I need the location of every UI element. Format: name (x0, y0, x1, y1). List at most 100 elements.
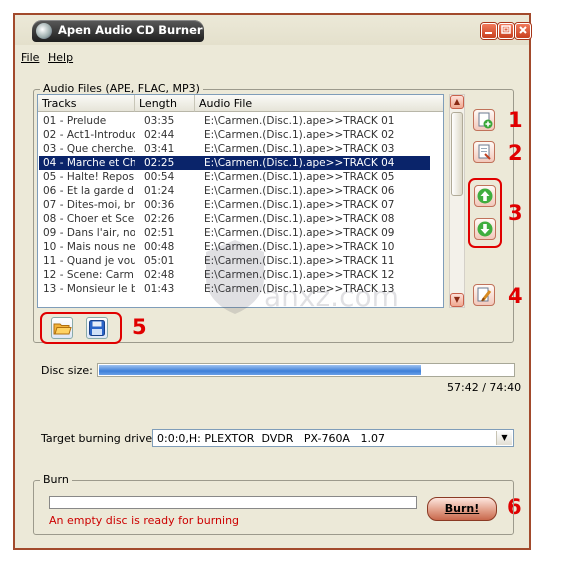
track-name-cell: 03 - Que cherche... (43, 143, 135, 155)
disc-time-readout: 57:42 / 74:40 (447, 381, 521, 394)
column-header-audio-file[interactable]: Audio File (195, 95, 443, 112)
callout-number-3: 3 (508, 201, 523, 225)
open-list-button[interactable] (51, 317, 73, 339)
callout-number-2: 2 (508, 141, 523, 165)
audio-file-cell: E:\Carmen.(Disc.1).ape>>TRACK 12 (204, 269, 395, 281)
disc-time-total: 74:40 (489, 381, 522, 394)
track-length-cell: 02:25 (144, 157, 175, 169)
track-name-cell: 12 - Scene: Carm... (43, 269, 135, 281)
track-length-cell: 02:44 (144, 129, 175, 141)
chevron-down-icon[interactable]: ▼ (496, 431, 512, 445)
audio-file-cell: E:\Carmen.(Disc.1).ape>>TRACK 02 (204, 129, 395, 141)
menu-file[interactable]: File (21, 51, 39, 64)
disc-usage-bar (97, 363, 515, 377)
audio-file-cell: E:\Carmen.(Disc.1).ape>>TRACK 09 (204, 227, 395, 239)
audio-file-cell: E:\Carmen.(Disc.1).ape>>TRACK 04 (204, 157, 395, 169)
column-header-tracks[interactable]: Tracks (38, 95, 135, 112)
arrow-down-icon (477, 221, 493, 237)
remove-file-button[interactable] (473, 141, 495, 163)
track-name-cell: 05 - Halte! Repos... (43, 171, 135, 183)
callout-number-4: 4 (508, 284, 523, 308)
table-row[interactable]: 02 - Act1-Introduc... 02:44 E:\Carmen.(Dis… (39, 128, 430, 142)
audio-file-cell: E:\Carmen.(Disc.1).ape>>TRACK 06 (204, 185, 395, 197)
table-row[interactable]: 06 - Et la garde d... 01:24 E:\Carmen.(Dis… (39, 184, 430, 198)
restore-icon[interactable] (498, 23, 514, 39)
clear-list-icon (477, 287, 492, 302)
add-file-icon (478, 112, 493, 129)
title-pill: Apen Audio CD Burner (32, 20, 204, 42)
burning-driver-value: 0:0:0,H: PLEXTOR DVDR PX-760A 1.07 (157, 432, 385, 445)
burn-group-label: Burn (40, 473, 72, 486)
table-row[interactable]: 10 - Mais nous ne... 00:48 E:\Carmen.(Disc… (39, 240, 430, 254)
arrow-up-icon (477, 188, 493, 204)
track-length-cell: 01:24 (144, 185, 175, 197)
table-row[interactable]: 01 - Prelude 03:35 E:\Carmen.(Disc.1).ape>… (39, 114, 430, 128)
clear-list-button[interactable] (473, 284, 495, 306)
move-up-button[interactable] (474, 185, 496, 207)
callout-number-5: 5 (132, 315, 147, 339)
table-row[interactable]: 03 - Que cherche... 03:41 E:\Carmen.(Disc.… (39, 142, 430, 156)
burning-driver-select[interactable]: 0:0:0,H: PLEXTOR DVDR PX-760A 1.07 ▼ (152, 429, 514, 447)
track-length-cell: 05:01 (144, 255, 175, 267)
track-name-cell: 04 - Marche et Ch... (43, 157, 135, 169)
track-length-cell: 00:54 (144, 171, 175, 183)
table-row[interactable]: 11 - Quand je vou... 05:01 E:\Carmen.(Disc… (39, 254, 430, 268)
add-files-button[interactable] (473, 109, 495, 131)
close-icon[interactable] (515, 23, 531, 39)
track-list[interactable]: Tracks Length Audio File 01 - Prelude 03:… (37, 94, 444, 308)
burn-progress-bar (49, 496, 417, 509)
save-list-button[interactable] (86, 317, 108, 339)
track-length-cell: 02:48 (144, 269, 175, 281)
audio-file-cell: E:\Carmen.(Disc.1).ape>>TRACK 03 (204, 143, 395, 155)
table-row[interactable]: 09 - Dans l'air, noi... 02:51 E:\Carmen.(D… (39, 226, 430, 240)
track-name-cell: 09 - Dans l'air, noi... (43, 227, 135, 239)
track-name-cell: 07 - Dites-moi, bri... (43, 199, 135, 211)
track-length-cell: 02:51 (144, 227, 175, 239)
table-row[interactable]: 07 - Dites-moi, bri... 00:36 E:\Carmen.(Di… (39, 198, 430, 212)
app-cd-icon (36, 23, 52, 39)
minimize-icon[interactable] (481, 23, 497, 39)
track-name-cell: 11 - Quand je vou... (43, 255, 135, 267)
audio-file-cell: E:\Carmen.(Disc.1).ape>>TRACK 11 (204, 255, 395, 267)
table-row[interactable]: 08 - Choer et Sce... 02:26 E:\Carmen.(Disc… (39, 212, 430, 226)
track-name-cell: 08 - Choer et Sce... (43, 213, 135, 225)
audio-file-cell: E:\Carmen.(Disc.1).ape>>TRACK 10 (204, 241, 395, 253)
table-row[interactable]: 05 - Halte! Repos... 00:54 E:\Carmen.(Disc… (39, 170, 430, 184)
menu-help-label: Help (48, 51, 74, 64)
track-length-cell: 00:36 (144, 199, 175, 211)
burning-driver-label: Target burning driver: (41, 432, 161, 445)
track-length-cell: 02:26 (144, 213, 175, 225)
track-name-cell: 06 - Et la garde d... (43, 185, 135, 197)
callout-number-1: 1 (508, 108, 523, 132)
window-title: Apen Audio CD Burner (58, 23, 203, 37)
audio-file-cell: E:\Carmen.(Disc.1).ape>>TRACK 07 (204, 199, 395, 211)
disc-time-separator: / (482, 381, 486, 394)
move-down-button[interactable] (474, 218, 496, 240)
table-row[interactable]: 04 - Marche et Ch... 02:25 E:\Carmen.(Disc… (39, 156, 430, 170)
scroll-thumb[interactable] (451, 112, 463, 196)
burn-status-text: An empty disc is ready for burning (49, 514, 240, 527)
audio-file-cell: E:\Carmen.(Disc.1).ape>>TRACK 13 (204, 283, 395, 295)
track-name-cell: 01 - Prelude (43, 115, 107, 127)
disc-time-used: 57:42 (447, 381, 479, 394)
track-length-cell: 03:35 (144, 115, 175, 127)
audio-file-cell: E:\Carmen.(Disc.1).ape>>TRACK 01 (204, 115, 395, 127)
floppy-save-icon (89, 320, 105, 336)
track-name-cell: 02 - Act1-Introduc... (43, 129, 135, 141)
table-row[interactable]: 12 - Scene: Carm... 02:48 E:\Carmen.(Disc.… (39, 268, 430, 282)
burn-button-label: Burn! (444, 502, 480, 515)
scroll-down-icon[interactable]: ▼ (450, 293, 464, 307)
track-length-cell: 03:41 (144, 143, 175, 155)
remove-file-icon (478, 144, 491, 160)
menu-help[interactable]: Help (48, 51, 73, 64)
burn-button[interactable]: Burn! (427, 497, 497, 521)
track-length-cell: 00:48 (144, 241, 175, 253)
table-row[interactable]: 13 - Monsieur le b... 01:43 E:\Carmen.(Dis… (39, 282, 430, 296)
column-header-length[interactable]: Length (135, 95, 195, 112)
title-bar[interactable]: Apen Audio CD Burner (15, 15, 531, 45)
track-list-scrollbar[interactable]: ▲ ▼ (449, 94, 465, 308)
track-length-cell: 01:43 (144, 283, 175, 295)
disc-usage-fill (99, 365, 421, 375)
menu-file-label: File (21, 51, 40, 64)
scroll-up-icon[interactable]: ▲ (450, 95, 464, 109)
